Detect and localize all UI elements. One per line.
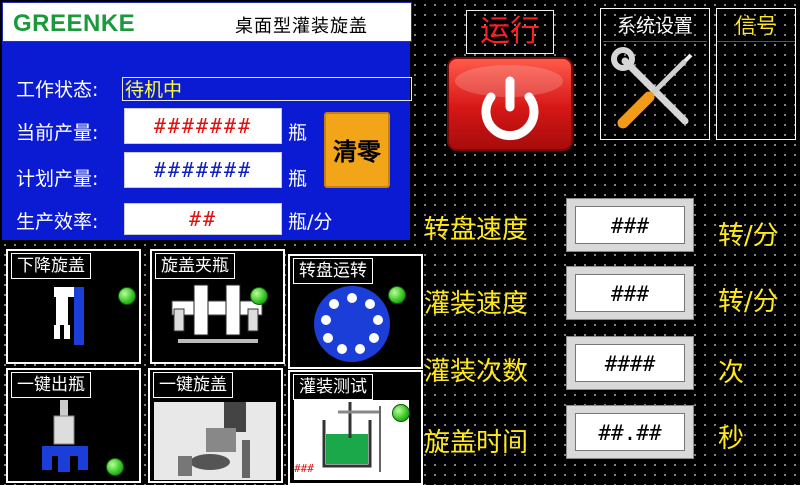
param-label: 旋盖时间 xyxy=(424,428,529,458)
status-led xyxy=(106,458,124,476)
param-unit: 秒 xyxy=(718,424,745,454)
tile-capping-down[interactable]: 下降旋盖 xyxy=(6,249,141,364)
system-settings-label: 系统设置 xyxy=(603,11,707,42)
status-led xyxy=(118,287,136,305)
current-output-unit: 瓶 xyxy=(288,122,308,144)
param-label: 转盘速度 xyxy=(424,215,529,245)
header-bar: GREENKE 桌面型灌装旋盖 xyxy=(2,2,412,42)
tile-turntable[interactable]: 转盘运转 xyxy=(288,254,423,369)
capping-down-icon xyxy=(54,287,84,345)
current-output-label: 当前产量: xyxy=(16,122,99,144)
param-value: ### xyxy=(575,206,685,244)
status-led xyxy=(250,287,268,305)
capping-head-icon xyxy=(154,402,276,480)
tools-icon xyxy=(611,47,693,129)
planned-output-unit: 瓶 xyxy=(288,168,308,190)
turntable-icon xyxy=(314,286,390,362)
status-led xyxy=(392,404,410,422)
param-unit: 转/分 xyxy=(718,287,779,317)
status-label: 工作状态: xyxy=(16,79,99,101)
param-value: #### xyxy=(575,344,685,382)
clear-button[interactable]: 清零 xyxy=(324,112,390,188)
turntable-speed-field[interactable]: ### xyxy=(566,198,694,252)
planned-output-label: 计划产量: xyxy=(16,168,99,190)
efficiency-unit: 瓶/分 xyxy=(288,211,333,233)
run-label: 运行 xyxy=(466,10,554,54)
run-button[interactable] xyxy=(447,57,573,151)
param-value: ### xyxy=(575,274,685,312)
tile-filling-test[interactable]: 灌装测试 ### xyxy=(288,370,423,485)
status-led xyxy=(388,286,406,304)
param-label: 灌装次数 xyxy=(424,357,529,387)
param-unit: 次 xyxy=(718,358,745,388)
bottle-clamp-icon xyxy=(171,284,263,343)
efficiency-field: ## xyxy=(124,203,282,235)
param-unit: 转/分 xyxy=(718,221,779,251)
current-output-field[interactable]: ####### xyxy=(124,108,282,144)
param-value: ##.## xyxy=(575,413,685,451)
production-panel: 工作状态: 待机中 当前产量: ####### 瓶 计划产量: ####### … xyxy=(2,42,412,240)
power-icon xyxy=(455,65,563,141)
filling-speed-field[interactable]: ### xyxy=(566,266,694,320)
efficiency-label: 生产效率: xyxy=(16,211,99,233)
machine-title: 桌面型灌装旋盖 xyxy=(235,16,368,37)
filling-test-counter: ### xyxy=(294,462,314,475)
filling-count-field[interactable]: #### xyxy=(566,336,694,390)
system-settings-button[interactable]: 系统设置 xyxy=(600,8,710,140)
status-value: 待机中 xyxy=(122,77,412,101)
signal-button[interactable]: 信号 xyxy=(716,8,796,140)
tile-bottle-eject[interactable]: 一键出瓶 xyxy=(6,368,141,483)
tile-capping-head[interactable]: 一键旋盖 xyxy=(148,368,283,483)
signal-label: 信号 xyxy=(717,11,795,42)
planned-output-field[interactable]: ####### xyxy=(124,152,282,188)
brand-logo: GREENKE xyxy=(13,10,136,37)
tile-bottle-clamp[interactable]: 旋盖夹瓶 xyxy=(150,249,285,364)
capping-time-field[interactable]: ##.## xyxy=(566,405,694,459)
param-label: 灌装速度 xyxy=(424,289,529,319)
